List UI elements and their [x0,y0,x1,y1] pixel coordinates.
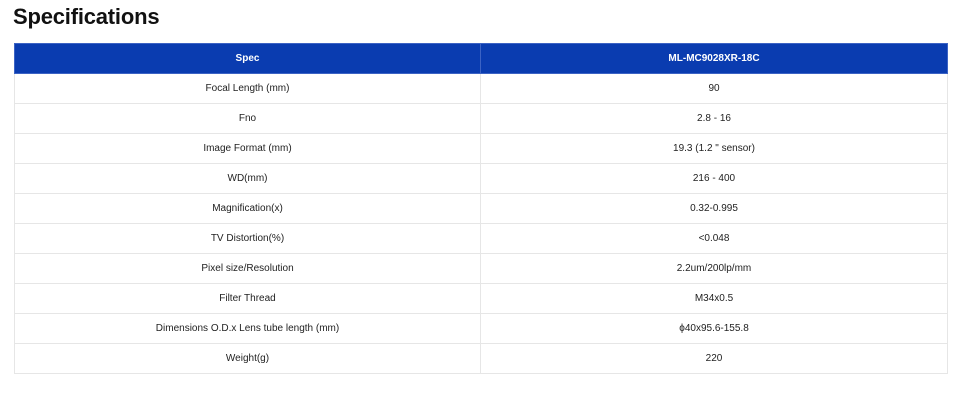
spec-value: 0.32-0.995 [480,193,948,224]
spec-value: 220 [480,343,948,374]
spec-name: WD(mm) [14,163,481,194]
spec-name: Focal Length (mm) [14,73,481,104]
spec-value: 216 - 400 [480,163,948,194]
spec-value: 2.2um/200lp/mm [480,253,948,284]
spec-name: Dimensions O.D.x Lens tube length (mm) [14,313,481,344]
table-row: Weight(g) 220 [14,343,948,374]
spec-value: 19.3 (1.2 " sensor) [480,133,948,164]
spec-value: ϕ40x95.6-155.8 [480,313,948,344]
table-row: Fno 2.8 - 16 [14,103,948,134]
spec-name: Image Format (mm) [14,133,481,164]
spec-value: M34x0.5 [480,283,948,314]
spec-name: Fno [14,103,481,134]
spec-name: Weight(g) [14,343,481,374]
table-row: Pixel size/Resolution 2.2um/200lp/mm [14,253,948,284]
table-row: Filter Thread M34x0.5 [14,283,948,314]
table-row: Image Format (mm) 19.3 (1.2 " sensor) [14,133,948,164]
table-row: TV Distortion(%) <0.048 [14,223,948,254]
spec-table: Spec ML-MC9028XR-18C Focal Length (mm) 9… [14,43,948,374]
table-row: WD(mm) 216 - 400 [14,163,948,194]
page-title: Specifications [13,4,160,29]
table-row: Magnification(x) 0.32-0.995 [14,193,948,224]
header-model: ML-MC9028XR-18C [480,43,948,74]
spec-name: Magnification(x) [14,193,481,224]
spec-name: Pixel size/Resolution [14,253,481,284]
spec-value: 90 [480,73,948,104]
spec-name: Filter Thread [14,283,481,314]
table-header-row: Spec ML-MC9028XR-18C [14,43,948,74]
table-row: Dimensions O.D.x Lens tube length (mm) ϕ… [14,313,948,344]
spec-name: TV Distortion(%) [14,223,481,254]
table-row: Focal Length (mm) 90 [14,73,948,104]
spec-value: <0.048 [480,223,948,254]
spec-value: 2.8 - 16 [480,103,948,134]
header-spec: Spec [14,43,481,74]
